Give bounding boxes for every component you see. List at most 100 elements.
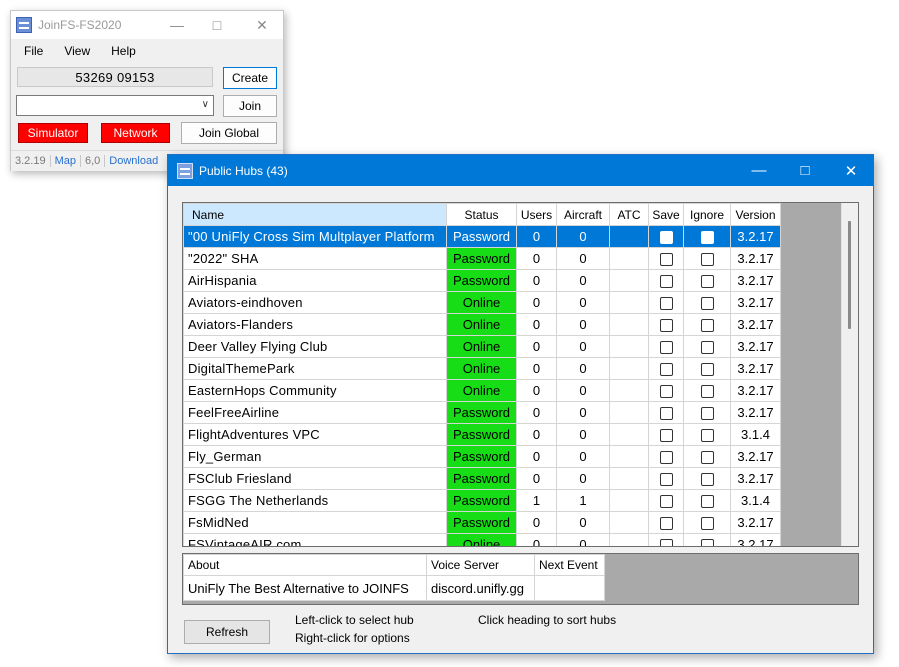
save-checkbox[interactable] — [659, 363, 673, 377]
hub-ignore-cell[interactable] — [683, 401, 731, 424]
join-button[interactable]: Join — [223, 95, 277, 117]
save-checkbox[interactable] — [659, 451, 673, 465]
column-header-atc[interactable]: ATC — [609, 203, 649, 226]
hub-row[interactable]: Deer Valley Flying Club Online 0 0 3.2.17 — [183, 335, 781, 358]
save-checkbox[interactable] — [659, 275, 673, 289]
save-checkbox[interactable] — [659, 253, 673, 267]
column-header-status[interactable]: Status — [446, 203, 517, 226]
hub-row[interactable]: Aviators-eindhoven Online 0 0 3.2.17 — [183, 291, 781, 314]
hub-save-cell[interactable] — [648, 511, 684, 534]
ignore-checkbox[interactable] — [700, 297, 714, 311]
hub-row[interactable]: FsMidNed Password 0 0 3.2.17 — [183, 511, 781, 534]
hub-row[interactable]: FeelFreeAirline Password 0 0 3.2.17 — [183, 401, 781, 424]
save-checkbox[interactable] — [659, 297, 673, 311]
hub-row[interactable]: FSGG The Netherlands Password 1 1 3.1.4 — [183, 489, 781, 512]
maximize-icon[interactable]: □ — [197, 11, 237, 39]
hub-save-cell[interactable] — [648, 533, 684, 546]
hub-ignore-cell[interactable] — [683, 533, 731, 546]
hub-ignore-cell[interactable] — [683, 379, 731, 402]
hub-save-cell[interactable] — [648, 247, 684, 270]
save-checkbox[interactable] — [659, 341, 673, 355]
ignore-checkbox[interactable] — [700, 231, 714, 245]
save-checkbox[interactable] — [659, 407, 673, 421]
hub-ignore-cell[interactable] — [683, 269, 731, 292]
ignore-checkbox[interactable] — [700, 473, 714, 487]
ignore-checkbox[interactable] — [700, 495, 714, 509]
hub-ignore-cell[interactable] — [683, 247, 731, 270]
hub-save-cell[interactable] — [648, 291, 684, 314]
save-checkbox[interactable] — [659, 517, 673, 531]
maximize-icon[interactable]: □ — [782, 155, 828, 186]
ignore-checkbox[interactable] — [700, 407, 714, 421]
save-checkbox[interactable] — [659, 539, 673, 546]
hub-save-cell[interactable] — [648, 467, 684, 490]
minimize-icon[interactable]: — — [736, 155, 782, 186]
menu-file[interactable]: File — [11, 44, 51, 58]
join-global-button[interactable]: Join Global — [181, 122, 277, 144]
ignore-checkbox[interactable] — [700, 517, 714, 531]
ignore-checkbox[interactable] — [700, 429, 714, 443]
ignore-checkbox[interactable] — [700, 275, 714, 289]
save-checkbox[interactable] — [659, 495, 673, 509]
hub-save-cell[interactable] — [648, 269, 684, 292]
hub-save-cell[interactable] — [648, 423, 684, 446]
download-link[interactable]: Download — [105, 155, 162, 167]
ignore-checkbox[interactable] — [700, 539, 714, 546]
hub-row[interactable]: Fly_German Password 0 0 3.2.17 — [183, 445, 781, 468]
ignore-checkbox[interactable] — [700, 319, 714, 333]
hub-ignore-cell[interactable] — [683, 467, 731, 490]
hub-row[interactable]: DigitalThemePark Online 0 0 3.2.17 — [183, 357, 781, 380]
save-checkbox[interactable] — [659, 231, 673, 245]
hub-save-cell[interactable] — [648, 335, 684, 358]
hub-row[interactable]: FSVintageAIR.com Online 0 0 3.2.17 — [183, 533, 781, 546]
hub-save-cell[interactable] — [648, 225, 684, 248]
hub-ignore-cell[interactable] — [683, 291, 731, 314]
hub-ignore-cell[interactable] — [683, 511, 731, 534]
save-checkbox[interactable] — [659, 319, 673, 333]
column-header-users[interactable]: Users — [516, 203, 557, 226]
close-icon[interactable]: ✕ — [242, 11, 282, 39]
hub-save-cell[interactable] — [648, 313, 684, 336]
hub-save-cell[interactable] — [648, 379, 684, 402]
chevron-down-icon[interactable]: ∨ — [202, 99, 209, 110]
menu-view[interactable]: View — [51, 44, 98, 58]
hub-ignore-cell[interactable] — [683, 489, 731, 512]
hub-row[interactable]: EasternHops Community Online 0 0 3.2.17 — [183, 379, 781, 402]
hub-ignore-cell[interactable] — [683, 335, 731, 358]
refresh-button[interactable]: Refresh — [184, 620, 270, 644]
save-checkbox[interactable] — [659, 473, 673, 487]
hub-save-cell[interactable] — [648, 489, 684, 512]
column-header-save[interactable]: Save — [648, 203, 684, 226]
hub-ignore-cell[interactable] — [683, 313, 731, 336]
vertical-scrollbar[interactable] — [841, 203, 858, 546]
hub-row[interactable]: "00 UniFly Cross Sim Multplayer Platform… — [183, 225, 781, 248]
map-link[interactable]: Map — [51, 155, 81, 167]
hub-row[interactable]: FlightAdventures VPC Password 0 0 3.1.4 — [183, 423, 781, 446]
ignore-checkbox[interactable] — [700, 363, 714, 377]
menu-help[interactable]: Help — [98, 44, 144, 58]
column-header-ignore[interactable]: Ignore — [683, 203, 731, 226]
create-button[interactable]: Create — [223, 67, 277, 89]
close-icon[interactable]: ✕ — [828, 155, 874, 186]
hub-save-cell[interactable] — [648, 401, 684, 424]
ignore-checkbox[interactable] — [700, 341, 714, 355]
hubs-title-bar[interactable]: Public Hubs (43) — □ ✕ — [168, 155, 873, 186]
hubs-grid[interactable]: Name Status Users Aircraft ATC Save Igno… — [182, 202, 859, 547]
simulator-button[interactable]: Simulator — [18, 123, 88, 143]
hub-ignore-cell[interactable] — [683, 423, 731, 446]
hub-row[interactable]: Aviators-Flanders Online 0 0 3.2.17 — [183, 313, 781, 336]
column-header-version[interactable]: Version — [730, 203, 781, 226]
hub-ignore-cell[interactable] — [683, 357, 731, 380]
hub-row[interactable]: FSClub Friesland Password 0 0 3.2.17 — [183, 467, 781, 490]
main-title-bar[interactable]: JoinFS-FS2020 — □ ✕ — [11, 11, 283, 39]
hub-row[interactable]: "2022" SHA Password 0 0 3.2.17 — [183, 247, 781, 270]
scrollbar-thumb[interactable] — [848, 221, 851, 329]
ignore-checkbox[interactable] — [700, 451, 714, 465]
column-header-name[interactable]: Name — [183, 203, 447, 226]
minimize-icon[interactable]: — — [157, 11, 197, 39]
hub-save-cell[interactable] — [648, 357, 684, 380]
column-header-aircraft[interactable]: Aircraft — [556, 203, 610, 226]
hub-ignore-cell[interactable] — [683, 445, 731, 468]
save-checkbox[interactable] — [659, 429, 673, 443]
save-checkbox[interactable] — [659, 385, 673, 399]
